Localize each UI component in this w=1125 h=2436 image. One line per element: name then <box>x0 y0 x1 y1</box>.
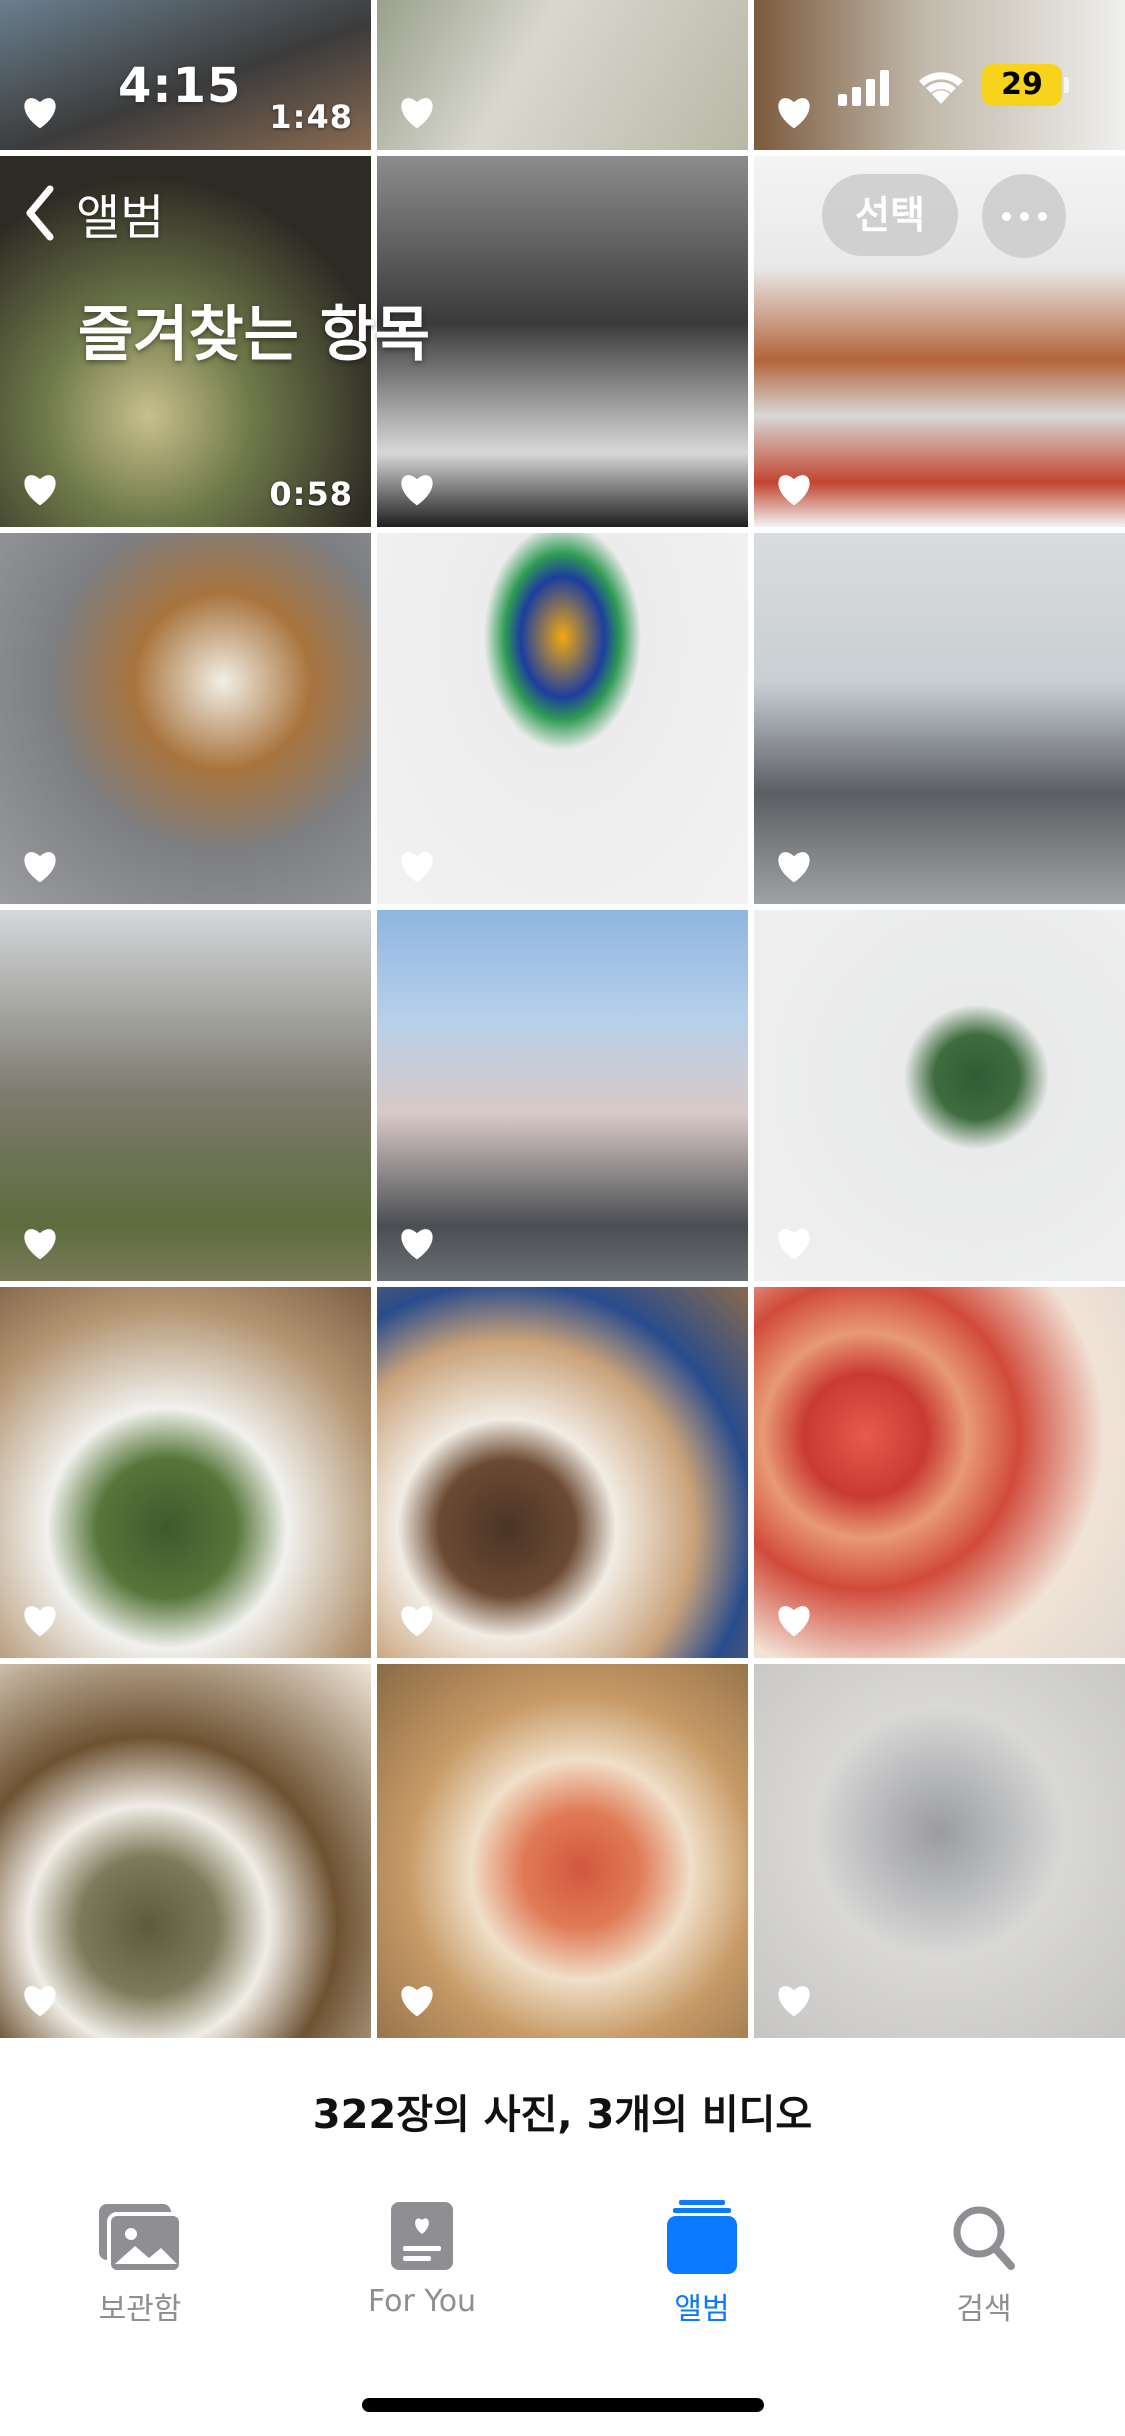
tab-label: 검색 <box>956 2292 1012 2327</box>
tab-label: 앨범 <box>674 2292 730 2327</box>
photo-thumbnail[interactable] <box>754 533 1125 904</box>
search-icon <box>953 2206 1015 2270</box>
for-you-icon <box>391 2202 453 2270</box>
photo-thumbnail[interactable] <box>377 910 748 1281</box>
status-time: 4:15 <box>118 58 242 114</box>
battery-tip <box>1064 77 1069 93</box>
heart-icon[interactable] <box>397 471 437 507</box>
back-label: 앨범 <box>76 190 165 246</box>
photo-thumbnail[interactable] <box>754 1287 1125 1658</box>
heart-icon[interactable] <box>397 1225 437 1261</box>
heart-icon[interactable] <box>397 1602 437 1638</box>
video-duration: 0:58 <box>269 475 353 513</box>
heart-icon[interactable] <box>397 848 437 884</box>
more-dot <box>1001 211 1011 221</box>
heart-icon[interactable] <box>774 1602 814 1638</box>
photo-thumbnail[interactable] <box>0 1664 371 2038</box>
tab-search[interactable]: 검색 <box>884 2200 1084 2328</box>
heart-icon[interactable] <box>774 848 814 884</box>
page-title: 즐겨찾는 항목 <box>78 300 431 370</box>
photo-thumbnail[interactable] <box>377 1664 748 2038</box>
tab-bar: 보관함 For You 앨범 검색 <box>0 2180 1125 2380</box>
photo-library-icon <box>99 2204 183 2274</box>
heart-icon[interactable] <box>20 1225 60 1261</box>
wifi-icon <box>919 72 963 104</box>
select-button[interactable]: 선택 <box>822 174 958 256</box>
photo-thumbnail[interactable] <box>754 910 1125 1281</box>
album-summary: 322장의 사진, 3개의 비디오 <box>312 2092 813 2138</box>
photo-thumbnail[interactable] <box>377 533 748 904</box>
heart-icon[interactable] <box>774 1982 814 2018</box>
heart-icon[interactable] <box>774 1225 814 1261</box>
tab-albums[interactable]: 앨범 <box>602 2200 802 2328</box>
albums-icon <box>667 2200 737 2274</box>
tab-for-you[interactable]: For You <box>322 2200 522 2319</box>
home-indicator <box>362 2398 764 2412</box>
photo-thumbnail[interactable] <box>0 1287 371 1658</box>
heart-icon[interactable] <box>20 471 60 507</box>
photo-thumbnail[interactable] <box>754 1664 1125 2038</box>
heart-icon[interactable] <box>20 848 60 884</box>
photo-thumbnail[interactable] <box>377 1287 748 1658</box>
back-button[interactable]: 앨범 <box>22 178 164 248</box>
battery-indicator: 29 <box>982 64 1062 106</box>
heart-icon[interactable] <box>774 471 814 507</box>
tab-label: 보관함 <box>98 2292 182 2327</box>
heart-icon[interactable] <box>20 1982 60 2018</box>
more-dot <box>1037 211 1047 221</box>
cellular-signal-icon <box>838 70 889 106</box>
tab-library[interactable]: 보관함 <box>40 2200 240 2328</box>
more-dot <box>1019 211 1029 221</box>
heart-icon[interactable] <box>397 1982 437 2018</box>
status-bar: 4:15 29 <box>0 0 1125 150</box>
more-button[interactable] <box>982 174 1066 258</box>
chevron-left-icon <box>26 185 54 241</box>
photo-thumbnail[interactable] <box>0 910 371 1281</box>
photo-thumbnail[interactable] <box>0 533 371 904</box>
heart-icon[interactable] <box>20 1602 60 1638</box>
tab-label: For You <box>367 2284 477 2319</box>
photo-thumbnail[interactable] <box>377 156 748 527</box>
